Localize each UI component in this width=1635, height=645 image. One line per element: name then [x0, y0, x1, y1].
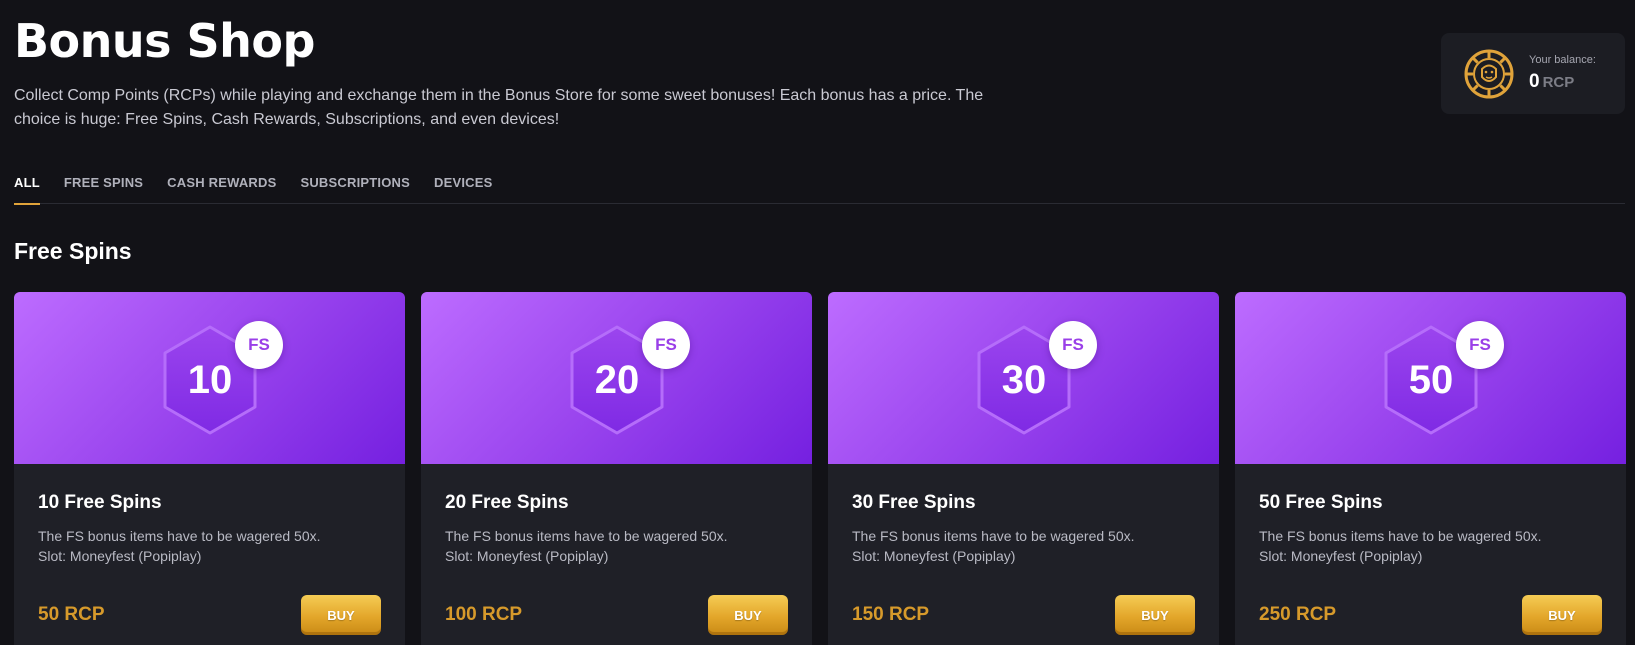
page-title: Bonus Shop [14, 14, 315, 68]
fs-badge: FS [1049, 321, 1097, 369]
tab-subscriptions[interactable]: SUBSCRIPTIONS [300, 165, 410, 204]
card-wager-text: The FS bonus items have to be wagered 50… [852, 528, 1135, 544]
bonus-card: 10 FS 10 Free Spins The FS bonus items h… [14, 292, 405, 645]
card-slot-text: Slot: Moneyfest (Popiplay) [1259, 548, 1423, 564]
balance-value: 0 [1529, 71, 1540, 92]
card-title: 30 Free Spins [852, 492, 976, 513]
card-banner: 10 FS [14, 292, 405, 464]
card-body: 50 Free Spins The FS bonus items have to… [1235, 464, 1626, 635]
card-title: 20 Free Spins [445, 492, 569, 513]
card-price: 150 RCP [852, 604, 930, 625]
card-banner: 30 FS [828, 292, 1219, 464]
balance-label: Your balance: [1529, 54, 1596, 66]
card-banner: 20 FS [421, 292, 812, 464]
card-title: 50 Free Spins [1259, 492, 1383, 513]
page-description: Collect Comp Points (RCPs) while playing… [14, 87, 984, 128]
balance-text: Your balance: 0 RCP [1529, 54, 1596, 93]
card-footer: 250 RCP BUY [1259, 595, 1602, 635]
tab-cash-rewards[interactable]: CASH REWARDS [167, 165, 276, 204]
fs-badge: FS [235, 321, 283, 369]
bonus-card: 20 FS 20 Free Spins The FS bonus items h… [421, 292, 812, 645]
card-title: 10 Free Spins [38, 492, 162, 513]
card-footer: 50 RCP BUY [38, 595, 381, 635]
buy-button[interactable]: BUY [708, 595, 788, 635]
card-wager-text: The FS bonus items have to be wagered 50… [1259, 528, 1542, 544]
tab-devices[interactable]: DEVICES [434, 165, 492, 204]
buy-button[interactable]: BUY [1115, 595, 1195, 635]
card-price: 100 RCP [445, 604, 523, 625]
bonus-card-list: 10 FS 10 Free Spins The FS bonus items h… [14, 292, 1626, 645]
lion-coin-icon [1464, 49, 1514, 98]
section-title: Free Spins [14, 238, 132, 264]
card-footer: 100 RCP BUY [445, 595, 788, 635]
card-body: 10 Free Spins The FS bonus items have to… [14, 464, 405, 635]
buy-button[interactable]: BUY [1522, 595, 1602, 635]
fs-badge: FS [1456, 321, 1504, 369]
tab-all[interactable]: ALL [14, 165, 40, 205]
card-body: 30 Free Spins The FS bonus items have to… [828, 464, 1219, 635]
card-banner: 50 FS [1235, 292, 1626, 464]
card-slot-text: Slot: Moneyfest (Popiplay) [445, 548, 609, 564]
card-price: 50 RCP [38, 604, 105, 625]
card-wager-text: The FS bonus items have to be wagered 50… [38, 528, 321, 544]
bonus-card: 30 FS 30 Free Spins The FS bonus items h… [828, 292, 1219, 645]
card-slot-text: Slot: Moneyfest (Popiplay) [38, 548, 202, 564]
balance-amount: 0 RCP [1529, 71, 1596, 93]
card-body: 20 Free Spins The FS bonus items have to… [421, 464, 812, 635]
category-tabs: ALL FREE SPINS CASH REWARDS SUBSCRIPTION… [14, 165, 1625, 205]
bonus-card: 50 FS 50 Free Spins The FS bonus items h… [1235, 292, 1626, 645]
buy-button[interactable]: BUY [301, 595, 381, 635]
card-footer: 150 RCP BUY [852, 595, 1195, 635]
card-price: 250 RCP [1259, 604, 1337, 625]
balance-unit: RCP [1542, 74, 1575, 91]
card-slot-text: Slot: Moneyfest (Popiplay) [852, 548, 1016, 564]
tab-free-spins[interactable]: FREE SPINS [64, 165, 143, 204]
card-wager-text: The FS bonus items have to be wagered 50… [445, 528, 728, 544]
bonus-shop-page: Bonus Shop Collect Comp Points (RCPs) wh… [0, 0, 1635, 645]
fs-badge: FS [642, 321, 690, 369]
balance-card: Your balance: 0 RCP [1441, 33, 1625, 114]
